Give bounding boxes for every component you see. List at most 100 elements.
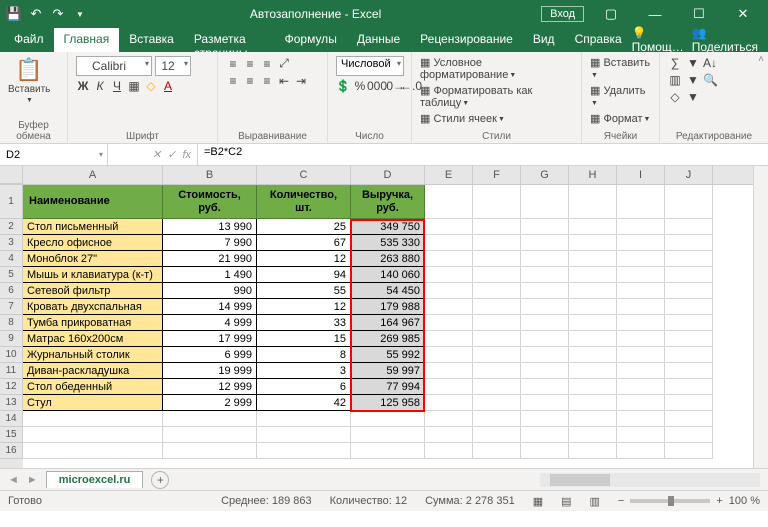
cell[interactable] <box>425 443 473 459</box>
sheet-nav-next-icon[interactable]: ► <box>27 474 38 486</box>
cell[interactable]: 8 <box>257 347 351 363</box>
cell[interactable] <box>521 267 569 283</box>
cell[interactable]: Мышь и клавиатура (к-т) <box>23 267 163 283</box>
cell[interactable]: Стул <box>23 395 163 411</box>
cell[interactable] <box>425 315 473 331</box>
collapse-ribbon-icon[interactable]: ˄ <box>758 54 764 65</box>
cell[interactable] <box>665 347 713 363</box>
cell[interactable]: 59 997 <box>351 363 425 379</box>
cell[interactable] <box>257 427 351 443</box>
row-header-4[interactable]: 4 <box>0 251 23 267</box>
cell[interactable] <box>665 267 713 283</box>
cell[interactable] <box>569 267 617 283</box>
cell[interactable]: 1 490 <box>163 267 257 283</box>
sheet-nav-prev-icon[interactable]: ◄ <box>8 474 19 486</box>
cell[interactable] <box>665 427 713 443</box>
cell[interactable]: 25 <box>257 219 351 235</box>
align-top-icon[interactable]: ≡ <box>226 57 240 71</box>
cell[interactable] <box>425 379 473 395</box>
cell[interactable] <box>617 379 665 395</box>
sort-icon[interactable]: A↓ <box>703 56 717 70</box>
tab-данные[interactable]: Данные <box>347 28 410 52</box>
row-header-15[interactable]: 15 <box>0 427 23 443</box>
minimize-icon[interactable]: — <box>634 0 676 28</box>
paste-button[interactable]: 📋 Вставить▼ <box>8 56 50 106</box>
col-header-G[interactable]: G <box>521 166 569 184</box>
view-normal-icon[interactable]: ▦ <box>533 495 543 508</box>
row-header-11[interactable]: 11 <box>0 363 23 379</box>
cell[interactable]: 7 990 <box>163 235 257 251</box>
cell[interactable]: 42 <box>257 395 351 411</box>
cell[interactable] <box>521 379 569 395</box>
cell[interactable] <box>351 443 425 459</box>
cell[interactable]: 13 990 <box>163 219 257 235</box>
cell[interactable] <box>425 411 473 427</box>
cell[interactable]: 140 060 <box>351 267 425 283</box>
cell[interactable]: 33 <box>257 315 351 331</box>
zoom-control[interactable]: − + 100 % <box>618 495 760 507</box>
cell[interactable] <box>617 427 665 443</box>
insert-cells-button[interactable]: ▦ Вставить▼ <box>590 56 651 81</box>
cancel-fx-icon[interactable]: ✕ <box>152 148 161 161</box>
sheet-tab[interactable]: microexcel.ru <box>46 471 144 488</box>
cell[interactable] <box>473 395 521 411</box>
tab-формулы[interactable]: Формулы <box>275 28 347 52</box>
row-header-9[interactable]: 9 <box>0 331 23 347</box>
cell[interactable]: Стоимость, руб. <box>163 185 257 219</box>
font-size-combo[interactable]: 12 <box>155 56 191 76</box>
cell[interactable] <box>569 219 617 235</box>
cell[interactable] <box>425 267 473 283</box>
cell[interactable]: 14 999 <box>163 299 257 315</box>
zoom-slider[interactable] <box>630 499 710 503</box>
cell[interactable]: 990 <box>163 283 257 299</box>
cell[interactable]: Диван-раскладушка <box>23 363 163 379</box>
cell[interactable]: Кровать двухспальная <box>23 299 163 315</box>
orientation-icon[interactable]: ⤢ <box>277 56 291 71</box>
find-icon[interactable]: 🔍 <box>703 73 718 87</box>
cell[interactable] <box>569 331 617 347</box>
cell[interactable] <box>665 185 713 219</box>
row-header-14[interactable]: 14 <box>0 411 23 427</box>
col-header-C[interactable]: C <box>257 166 351 184</box>
cell[interactable] <box>665 283 713 299</box>
cell[interactable]: Стол обеденный <box>23 379 163 395</box>
format-table-button[interactable]: ▦ Форматировать как таблицу▼ <box>420 84 573 109</box>
cell[interactable] <box>569 299 617 315</box>
align-left-icon[interactable]: ≡ <box>226 74 240 88</box>
cell[interactable]: 12 999 <box>163 379 257 395</box>
align-bottom-icon[interactable]: ≡ <box>260 57 274 71</box>
worksheet-grid[interactable]: ABCDEFGHIJ 12345678910111213141516 Наиме… <box>0 166 768 468</box>
cell[interactable]: 269 985 <box>351 331 425 347</box>
cell[interactable] <box>351 427 425 443</box>
cell[interactable] <box>425 395 473 411</box>
cell[interactable] <box>473 315 521 331</box>
cell[interactable] <box>23 443 163 459</box>
cell[interactable]: 55 <box>257 283 351 299</box>
cell[interactable] <box>521 411 569 427</box>
currency-icon[interactable]: 💲 <box>336 79 350 93</box>
formula-input[interactable]: =B2*C2 <box>198 144 768 165</box>
cell[interactable] <box>425 363 473 379</box>
tab-справка[interactable]: Справка <box>565 28 632 52</box>
cell[interactable] <box>473 443 521 459</box>
cell[interactable] <box>425 283 473 299</box>
row-header-3[interactable]: 3 <box>0 235 23 251</box>
col-header-H[interactable]: H <box>569 166 617 184</box>
cell[interactable] <box>569 235 617 251</box>
cell[interactable]: 21 990 <box>163 251 257 267</box>
cell[interactable]: 3 <box>257 363 351 379</box>
cell[interactable] <box>665 411 713 427</box>
cell[interactable] <box>665 363 713 379</box>
conditional-formatting-button[interactable]: ▦ Условное форматирование▼ <box>420 56 573 81</box>
cell[interactable]: Журнальный столик <box>23 347 163 363</box>
zoom-out-icon[interactable]: − <box>618 495 624 507</box>
cell[interactable]: 6 <box>257 379 351 395</box>
cell[interactable] <box>521 315 569 331</box>
align-middle-icon[interactable]: ≡ <box>243 57 257 71</box>
row-header-16[interactable]: 16 <box>0 443 23 459</box>
cell[interactable] <box>569 251 617 267</box>
cell[interactable] <box>617 315 665 331</box>
col-header-D[interactable]: D <box>351 166 425 184</box>
cell[interactable] <box>521 331 569 347</box>
cell[interactable] <box>569 443 617 459</box>
